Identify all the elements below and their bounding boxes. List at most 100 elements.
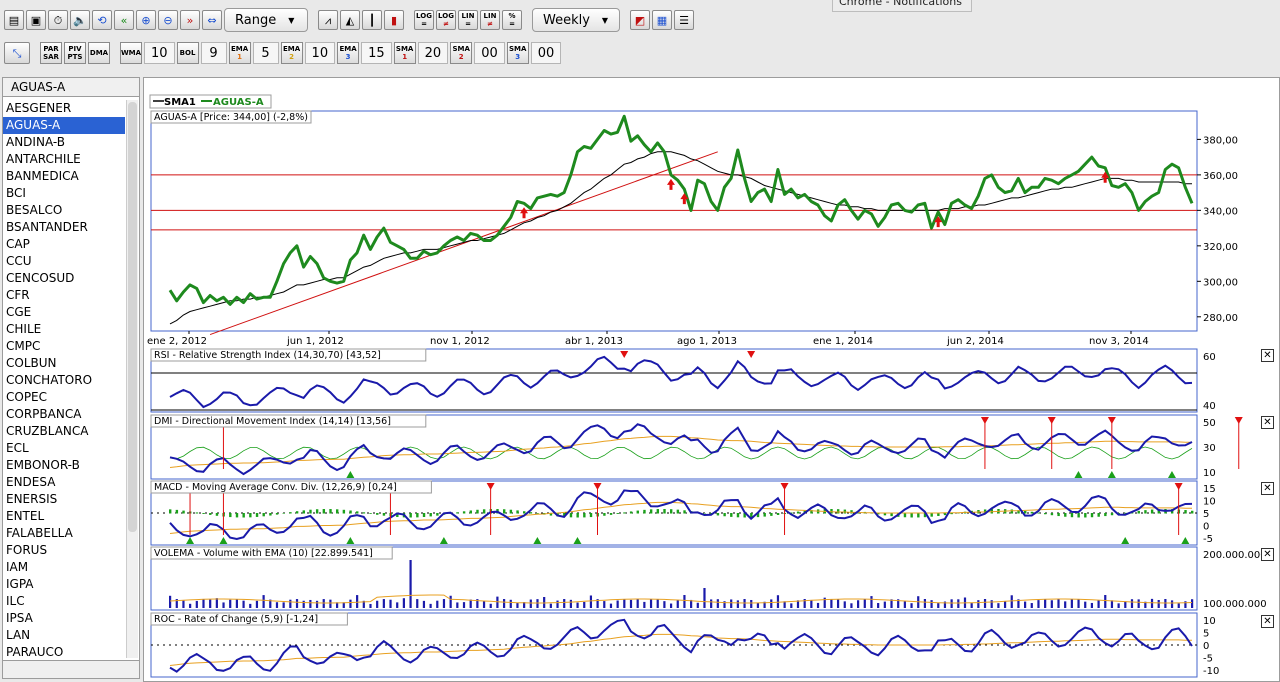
mountain-chart-icon[interactable]: ◭ (340, 10, 360, 30)
symbol-list-item[interactable]: FORUS (3, 542, 125, 559)
symbol-list-item[interactable]: CFR (3, 287, 125, 304)
close-macd-icon[interactable]: ✕ (1261, 482, 1274, 495)
line-chart-icon[interactable]: ⩘ (318, 10, 338, 30)
symbol-list-item[interactable]: CORPBANCA (3, 406, 125, 423)
symbol-list-item[interactable]: LAN (3, 627, 125, 644)
indicator-y-tick-label: 30 (1203, 443, 1216, 454)
chrome-notification-tab[interactable]: Chrome - Notifications (832, 0, 972, 12)
psar-label: PAR (43, 45, 59, 53)
symbol-list-item[interactable]: ANTARCHILE (3, 151, 125, 168)
x-tick-label: ene 1, 2014 (813, 336, 873, 347)
macd-histogram-bar (663, 509, 666, 514)
symbol-list-item[interactable]: CRUZBLANCA (3, 423, 125, 440)
refresh-icon[interactable]: ⟲ (92, 10, 112, 30)
symbol-list-item[interactable]: CAP (3, 236, 125, 253)
symbol-list-item[interactable]: CENCOSUD (3, 270, 125, 287)
symbol-list-item[interactable]: AGUAS-A (3, 117, 125, 134)
color-palette-icon[interactable]: ▦ (652, 10, 672, 30)
symbol-list-item[interactable]: CONCHATORO (3, 372, 125, 389)
zoom-out-icon[interactable]: ⊖ (158, 10, 178, 30)
pivot-points-button[interactable]: PIV PTS (64, 42, 86, 64)
table-view-icon[interactable]: ☰ (674, 10, 694, 30)
symbol-list-item[interactable]: CCU (3, 253, 125, 270)
symbol-list-item[interactable]: AESGENER (3, 100, 125, 117)
symbol-list-item[interactable]: ECL (3, 440, 125, 457)
parabolic-sar-button[interactable]: PAR SAR (40, 42, 62, 64)
save-icon[interactable]: ▣ (26, 10, 46, 30)
dma-button[interactable]: DMA (88, 42, 110, 64)
log-unequal-button[interactable]: LOG ≠ (436, 10, 456, 30)
symbol-list-item[interactable]: COLBUN (3, 355, 125, 372)
sma1-button[interactable]: SMA 1 (393, 42, 416, 64)
lin-unequal-button[interactable]: LIN ≠ (480, 10, 500, 30)
volume-bar (536, 599, 539, 608)
ema2-period-field[interactable]: 10 (304, 42, 336, 64)
lin-equal-button[interactable]: LIN = (458, 10, 478, 30)
close-roc-icon[interactable]: ✕ (1261, 615, 1274, 628)
indicator-y-tick-label: 5 (1203, 629, 1209, 640)
scrollbar-thumb[interactable] (128, 102, 137, 532)
symbol-list-item[interactable]: IGPA (3, 576, 125, 593)
symbol-list-item[interactable]: BSANTANDER (3, 219, 125, 236)
print-icon[interactable]: ▤ (4, 10, 24, 30)
symbol-list-item[interactable]: COPEC (3, 389, 125, 406)
fast-forward-icon[interactable]: » (180, 10, 200, 30)
symbol-list-item[interactable]: ENERSIS (3, 491, 125, 508)
symbol-list-item[interactable]: CMPC (3, 338, 125, 355)
symbol-list-item[interactable]: ILC (3, 593, 125, 610)
sma3-period-field[interactable]: 00 (530, 42, 562, 64)
candle-chart-icon[interactable]: ▮ (384, 10, 404, 30)
interval-select[interactable]: Weekly ▼ (532, 8, 620, 32)
sound-icon[interactable]: 🔈 (70, 10, 90, 30)
symbol-list-item[interactable]: IPSA (3, 610, 125, 627)
timer-icon[interactable]: ⏱ (48, 10, 68, 30)
log-unequal-label: LOG (438, 12, 454, 20)
log-equal-button[interactable]: LOG = (414, 10, 434, 30)
ema1-period-field[interactable]: 5 (252, 42, 279, 64)
symbol-list-item[interactable]: CGE (3, 304, 125, 321)
symbol-list-item[interactable]: ANDINA-B (3, 134, 125, 151)
bol-button[interactable]: BOL (176, 42, 199, 64)
macd-histogram-bar (703, 513, 706, 514)
zoom-in-icon[interactable]: ⊕ (136, 10, 156, 30)
close-dmi-icon[interactable]: ✕ (1261, 416, 1274, 429)
trend-tool-icon[interactable]: ⤡ (4, 42, 30, 64)
sidebar-scrollbar[interactable] (126, 100, 138, 658)
symbol-list-item[interactable]: EMBONOR-B (3, 457, 125, 474)
sma1-period-field[interactable]: 20 (417, 42, 449, 64)
symbol-list-item[interactable]: BCI (3, 185, 125, 202)
volume-bar (770, 599, 773, 608)
symbol-list-item[interactable]: BANMEDICA (3, 168, 125, 185)
volume-bar (482, 600, 486, 608)
percent-button[interactable]: % = (502, 10, 522, 30)
bar-chart-icon[interactable]: ┃ (362, 10, 382, 30)
symbol-list-item[interactable]: ENTEL (3, 508, 125, 525)
symbol-list-item[interactable]: ENDESA (3, 474, 125, 491)
symbol-list-item[interactable]: PARAUCO (3, 644, 125, 658)
period-select[interactable]: Range ▼ (224, 8, 308, 32)
chart-area[interactable]: 380,00 360,00 340,00 320,00 300,00 280,00 SMA1… (143, 77, 1280, 682)
bol-period-field[interactable]: 9 (200, 42, 227, 64)
sma3-button[interactable]: SMA 3 (506, 42, 529, 64)
ema1-button[interactable]: EMA 1 (228, 42, 251, 64)
close-rsi-icon[interactable]: ✕ (1261, 349, 1274, 362)
volume-bar (556, 600, 559, 608)
fit-icon[interactable]: ⇔ (202, 10, 222, 30)
symbol-list-item[interactable]: FALABELLA (3, 525, 125, 542)
macd-histogram-bar (229, 513, 232, 518)
symbol-list-item[interactable]: CHILE (3, 321, 125, 338)
sma2-button[interactable]: SMA 2 (450, 42, 473, 64)
volume-bar (569, 599, 572, 608)
ema3-period-field[interactable]: 15 (361, 42, 392, 64)
ema2-button[interactable]: EMA 2 (280, 42, 303, 64)
close-volema-icon[interactable]: ✕ (1261, 548, 1274, 561)
sma2-period-field[interactable]: 00 (474, 42, 505, 64)
wma-button[interactable]: WMA (120, 42, 142, 64)
wma-period-field[interactable]: 10 (144, 42, 175, 64)
ema3-button[interactable]: EMA 3 (337, 42, 360, 64)
chart-settings-icon[interactable]: ◩ (630, 10, 650, 30)
log-unequal-sub: ≠ (443, 20, 449, 28)
rewind-icon[interactable]: « (114, 10, 134, 30)
symbol-list-item[interactable]: BESALCO (3, 202, 125, 219)
symbol-list-item[interactable]: IAM (3, 559, 125, 576)
